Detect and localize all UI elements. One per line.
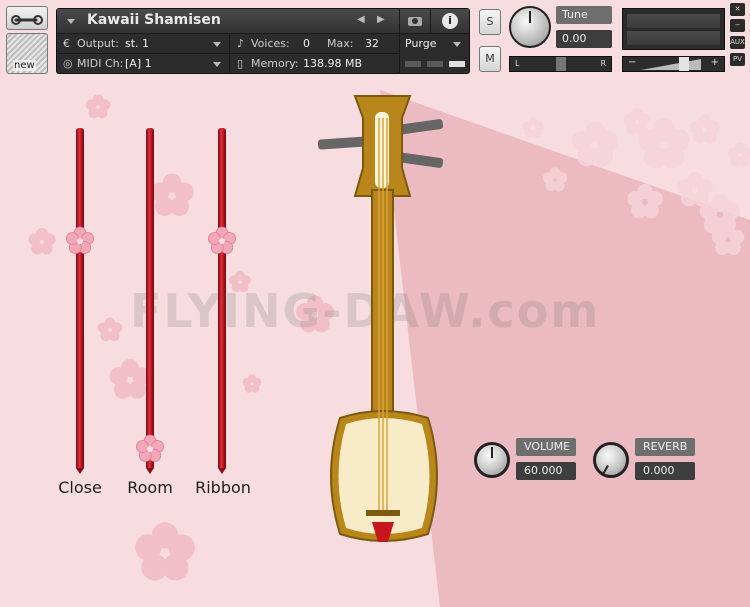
- reverb-knob[interactable]: [593, 442, 629, 478]
- peg-left-top: [317, 136, 369, 150]
- reverb-value[interactable]: 0.000: [635, 462, 695, 480]
- shamisen-skin: [338, 418, 430, 534]
- knob-pointer: [491, 447, 493, 458]
- reverb-label: REVERB: [635, 438, 695, 456]
- shamisen-illustration: [317, 95, 444, 542]
- shamisen-bridge: [366, 510, 400, 516]
- volume-label: VOLUME: [516, 438, 576, 456]
- knob-pointer: [601, 464, 609, 476]
- volume-knob[interactable]: [474, 442, 510, 478]
- volume-value[interactable]: 60.000: [516, 462, 576, 480]
